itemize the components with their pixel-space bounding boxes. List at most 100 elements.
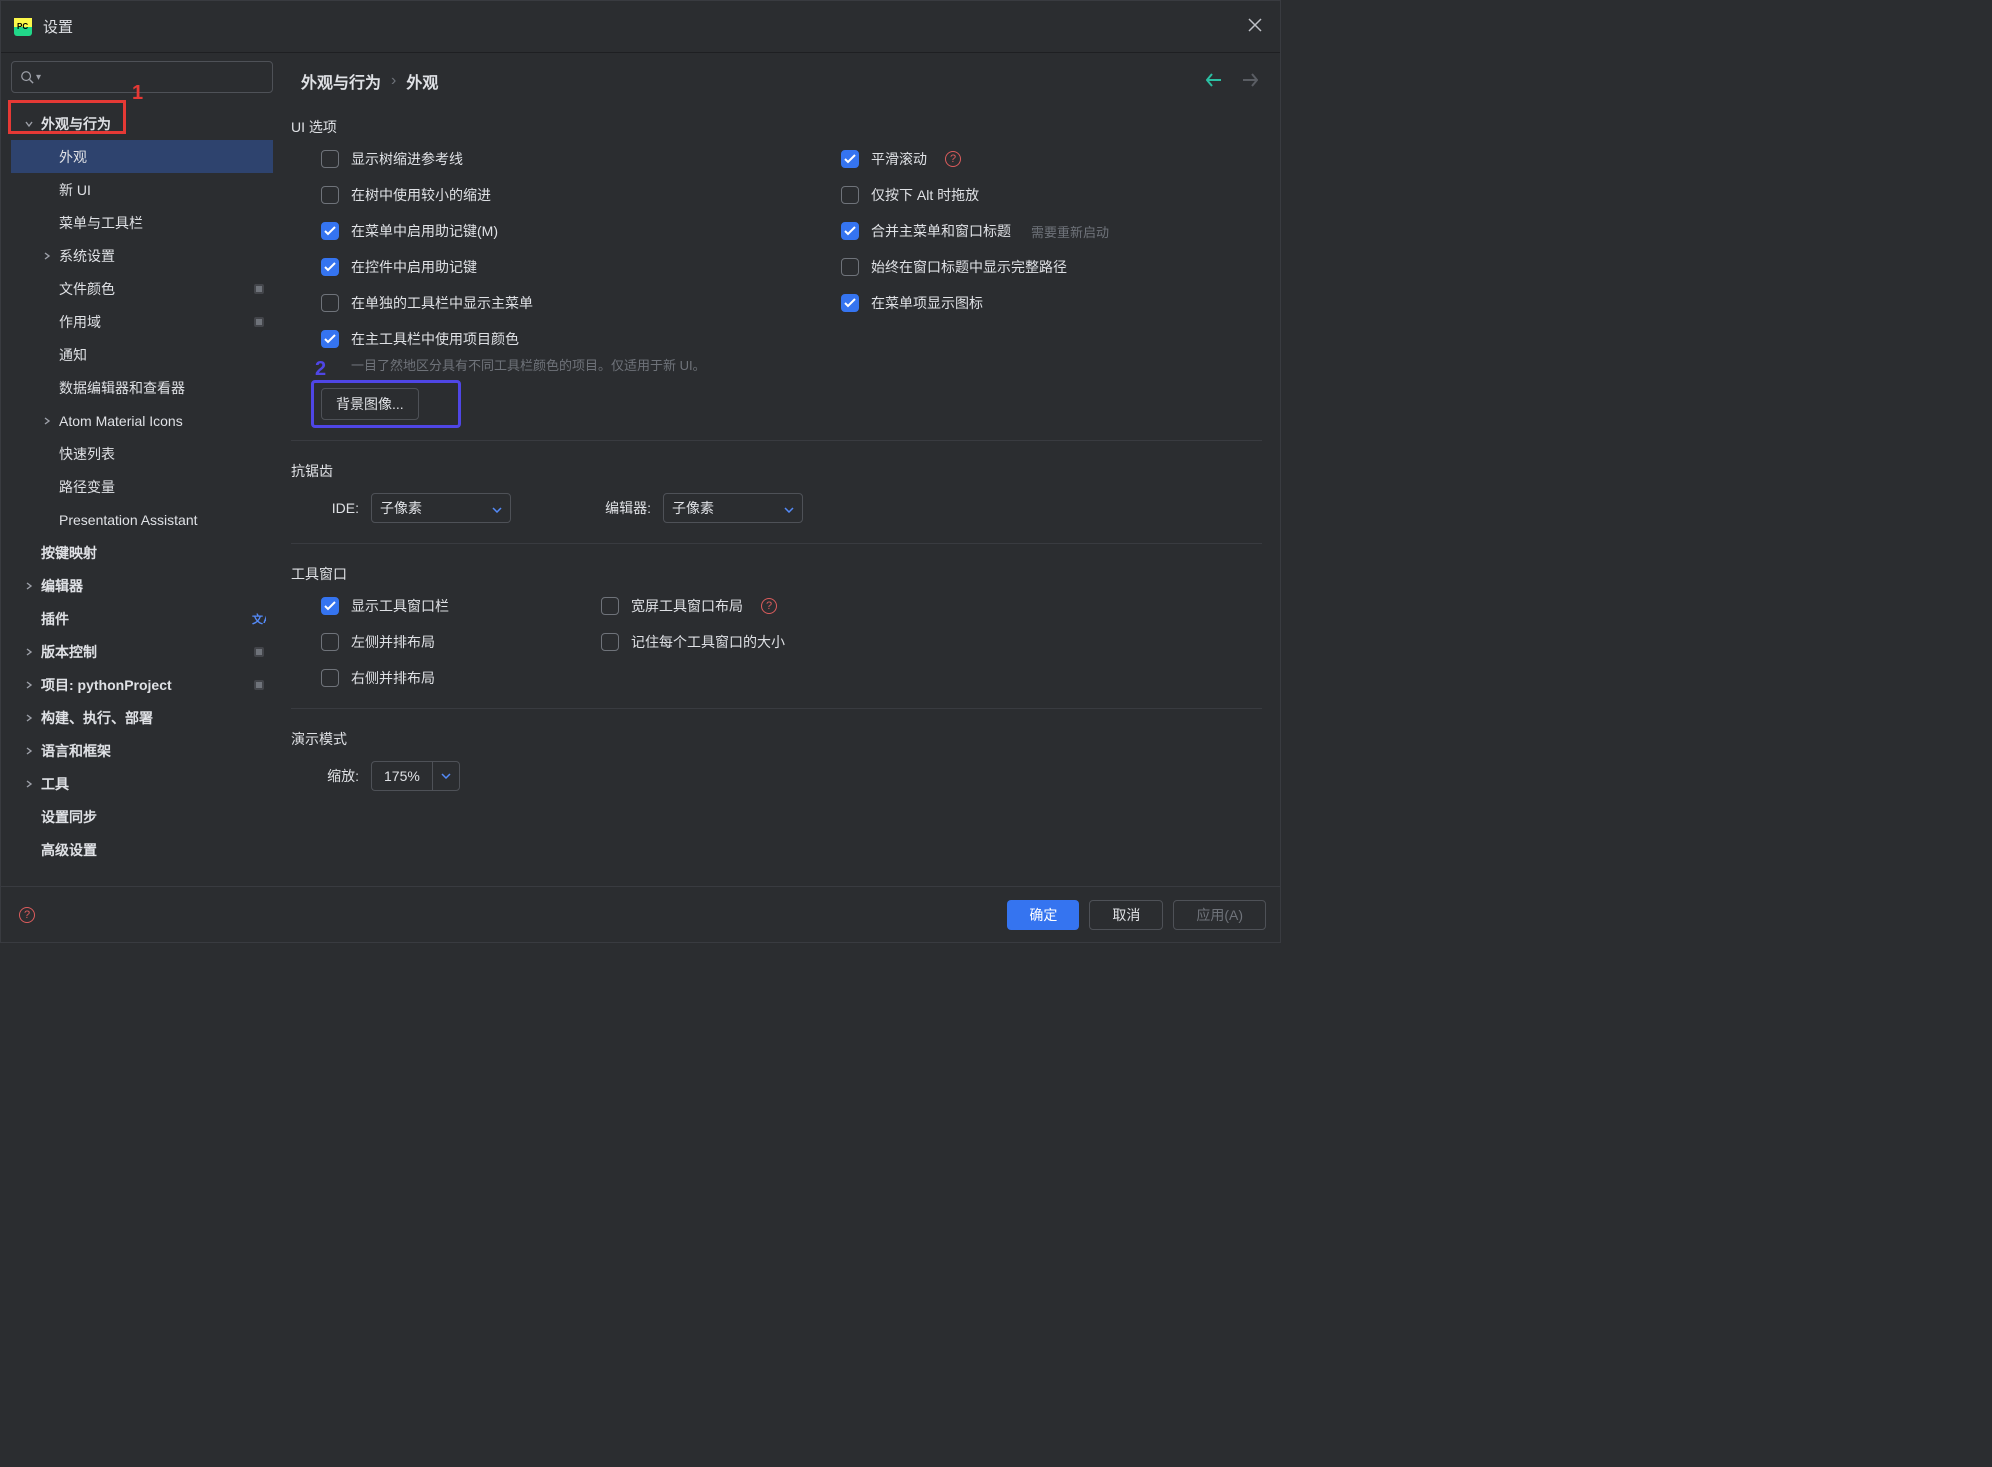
checkbox-row[interactable]: 在单独的工具栏中显示主菜单 [321, 293, 801, 313]
checkbox[interactable] [321, 597, 339, 615]
sidebar-item[interactable]: Atom Material Icons [11, 404, 273, 437]
sidebar-item[interactable]: 新 UI [11, 173, 273, 206]
sidebar-item[interactable]: 插件文A [11, 602, 273, 635]
ide-antialias-label: IDE: [321, 500, 359, 516]
checkbox-row[interactable]: 合并主菜单和窗口标题需要重新启动 [841, 221, 1241, 241]
checkbox[interactable] [841, 222, 859, 240]
sidebar-item[interactable]: 菜单与工具栏 [11, 206, 273, 239]
nav-back-button[interactable] [1202, 69, 1226, 94]
project-scope-icon [249, 675, 269, 695]
sidebar-item[interactable]: 工具 [11, 767, 273, 800]
checkbox[interactable] [841, 186, 859, 204]
svg-text:PC: PC [17, 22, 28, 31]
sidebar-item-label: 系统设置 [59, 246, 273, 266]
sidebar-item[interactable]: 外观 [11, 140, 273, 173]
close-button[interactable] [1242, 12, 1268, 41]
window-title: 设置 [43, 16, 73, 37]
sidebar-item[interactable]: 项目: pythonProject [11, 668, 273, 701]
sidebar-item[interactable]: 快速列表 [11, 437, 273, 470]
checkbox-row[interactable]: 始终在窗口标题中显示完整路径 [841, 257, 1241, 277]
sidebar-item[interactable]: 路径变量 [11, 470, 273, 503]
checkbox[interactable] [841, 150, 859, 168]
sidebar-item[interactable]: 高级设置 [11, 833, 273, 866]
checkbox[interactable] [321, 186, 339, 204]
search-input-wrapper[interactable]: ▾ [11, 61, 273, 93]
sidebar-item-label: 文件颜色 [59, 279, 249, 299]
sidebar-item[interactable]: 系统设置 [11, 239, 273, 272]
checkbox[interactable] [841, 258, 859, 276]
nav-forward-button[interactable] [1238, 69, 1262, 94]
checkbox-row[interactable]: 显示树缩进参考线 [321, 149, 801, 169]
project-scope-icon [249, 279, 269, 299]
sidebar-item[interactable]: 作用域 [11, 305, 273, 338]
zoom-label: 缩放: [321, 766, 359, 786]
sidebar-item[interactable]: 构建、执行、部署 [11, 701, 273, 734]
chevron-right-icon [21, 644, 37, 660]
checkbox-row[interactable]: 在控件中启用助记键 [321, 257, 801, 277]
settings-sidebar: ▾ 外观与行为外观新 UI 菜单与工具栏系统设置文件颜色作用域通知数据编辑器和查看… [1, 53, 283, 886]
checkbox-row[interactable]: 记住每个工具窗口的大小 [601, 632, 1001, 652]
chevron-right-icon [39, 248, 55, 264]
sidebar-item[interactable]: 语言和框架 [11, 734, 273, 767]
app-icon: PC [13, 17, 33, 37]
checkbox[interactable] [601, 633, 619, 651]
checkbox-row[interactable]: 显示工具窗口栏 [321, 596, 521, 616]
chevron-right-icon [39, 413, 55, 429]
checkbox-label: 在主工具栏中使用项目颜色 [351, 329, 519, 349]
sidebar-item[interactable]: 版本控制 [11, 635, 273, 668]
checkbox-row[interactable]: 在树中使用较小的缩进 [321, 185, 801, 205]
checkbox-row[interactable]: 在菜单项显示图标 [841, 293, 1241, 313]
checkbox-row[interactable]: 在主工具栏中使用项目颜色 [321, 329, 801, 349]
checkbox-row[interactable]: 在菜单中启用助记键(M) [321, 221, 801, 241]
settings-content[interactable]: UI 选项 显示树缩进参考线在树中使用较小的缩进在菜单中启用助记键(M)在控件中… [283, 109, 1280, 886]
checkbox[interactable] [321, 633, 339, 651]
checkbox[interactable] [321, 669, 339, 687]
checkbox-row[interactable]: 平滑滚动? [841, 149, 1241, 169]
breadcrumb: 外观与行为 › 外观 [301, 69, 438, 93]
checkbox-label: 显示树缩进参考线 [351, 149, 463, 169]
checkbox-row[interactable]: 右侧并排布局 [321, 668, 521, 688]
chevron-down-icon[interactable] [432, 761, 460, 791]
sidebar-item-label: 菜单与工具栏 [59, 213, 273, 233]
checkbox-row[interactable]: 宽屏工具窗口布局? [601, 596, 1001, 616]
checkbox[interactable] [321, 258, 339, 276]
checkbox[interactable] [601, 597, 619, 615]
cancel-button[interactable]: 取消 [1089, 900, 1163, 930]
checkbox[interactable] [841, 294, 859, 312]
checkbox[interactable] [321, 330, 339, 348]
checkbox-label: 显示工具窗口栏 [351, 596, 449, 616]
background-image-button[interactable]: 背景图像... [321, 388, 419, 420]
breadcrumb-part[interactable]: 外观与行为 [301, 69, 381, 93]
search-input[interactable] [45, 70, 264, 85]
checkbox-row[interactable]: 仅按下 Alt 时拖放 [841, 185, 1241, 205]
checkbox-row[interactable]: 左侧并排布局 [321, 632, 521, 652]
chevron-right-icon [21, 743, 37, 759]
editor-antialias-select[interactable]: 子像素 [663, 493, 803, 523]
editor-antialias-label: 编辑器: [595, 498, 651, 518]
sidebar-item[interactable]: 按键映射 [11, 536, 273, 569]
sidebar-item[interactable]: Presentation Assistant [11, 503, 273, 536]
help-icon[interactable]: ? [761, 598, 777, 614]
sidebar-item[interactable]: 编辑器 [11, 569, 273, 602]
help-button[interactable]: ? [15, 903, 39, 927]
sidebar-item[interactable]: 设置同步 [11, 800, 273, 833]
ide-antialias-select[interactable]: 子像素 [371, 493, 511, 523]
sidebar-item-label: 编辑器 [41, 576, 273, 596]
chevron-down-icon [784, 500, 794, 516]
sidebar-item[interactable]: 数据编辑器和查看器 [11, 371, 273, 404]
checkbox[interactable] [321, 222, 339, 240]
checkbox-label: 在控件中启用助记键 [351, 257, 477, 277]
settings-tree[interactable]: 外观与行为外观新 UI 菜单与工具栏系统设置文件颜色作用域通知数据编辑器和查看器A… [11, 97, 273, 886]
checkbox[interactable] [321, 294, 339, 312]
chevron-down-icon [21, 116, 37, 132]
sidebar-item[interactable]: 外观与行为 [11, 107, 273, 140]
zoom-select[interactable]: 175% [371, 761, 460, 791]
ok-button[interactable]: 确定 [1007, 900, 1079, 930]
help-icon[interactable]: ? [945, 151, 961, 167]
sidebar-item-label: Presentation Assistant [59, 512, 273, 528]
sidebar-item[interactable]: 通知 [11, 338, 273, 371]
ide-antialias-value: 子像素 [380, 498, 422, 518]
sidebar-item[interactable]: 文件颜色 [11, 272, 273, 305]
sidebar-item-label: 项目: pythonProject [41, 675, 249, 695]
checkbox[interactable] [321, 150, 339, 168]
